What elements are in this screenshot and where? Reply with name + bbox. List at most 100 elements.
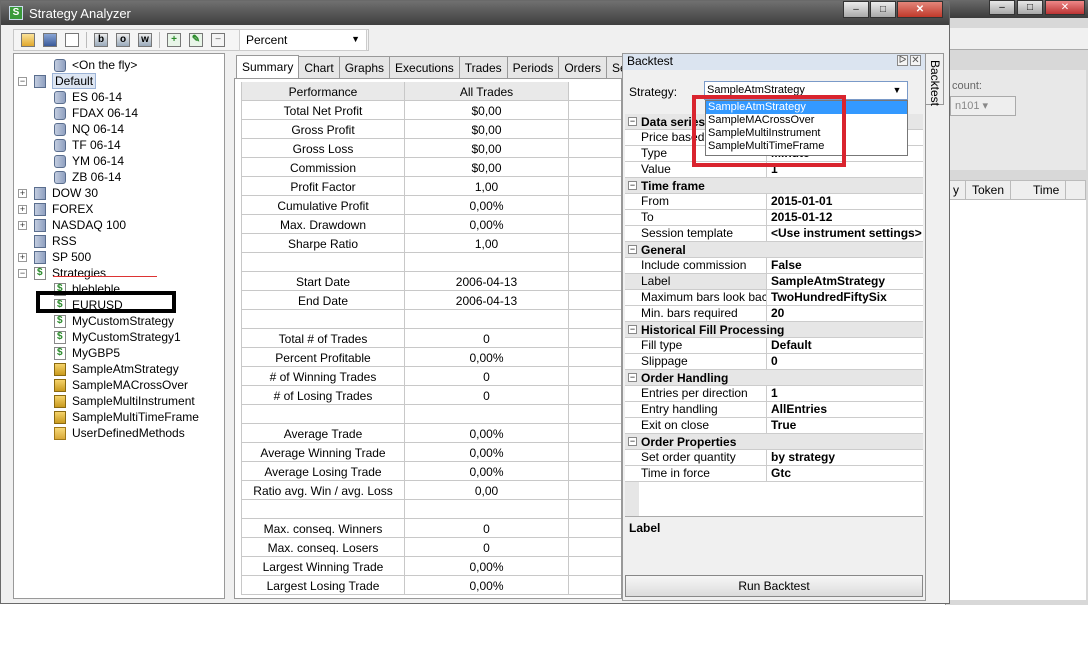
dropdown-option[interactable]: SampleMACrossOver [706,114,907,127]
dropdown-option[interactable]: SampleAtmStrategy [706,101,907,114]
bg-minimize-button[interactable]: – [989,0,1015,15]
tab-executions[interactable]: Executions [389,56,460,78]
tab-orders[interactable]: Orders [558,56,608,78]
grid-row[interactable]: Exit on close True [625,418,923,434]
minimize-button[interactable]: – [843,1,869,18]
bg-close-button[interactable]: ✕ [1045,0,1085,15]
tree-item[interactable]: <On the fly> [54,57,137,73]
remove-icon[interactable]: − [208,31,228,49]
grid-section[interactable]: − Order Properties [625,434,923,450]
tree-item[interactable]: SampleMultiTimeFrame [54,409,199,425]
property-value[interactable]: <Use instrument settings> [767,226,923,241]
backtest-side-tab[interactable]: Backtest [926,53,944,106]
expander-icon[interactable]: + [18,253,27,262]
grid-row[interactable]: Fill type Default [625,338,923,354]
maximize-button[interactable]: □ [870,1,896,18]
grid-row[interactable]: Entries per direction 1 [625,386,923,402]
grid-row[interactable]: Label SampleAtmStrategy [625,274,923,290]
grid-section[interactable]: − General [625,242,923,258]
mode-select[interactable]: Percent ▼ [239,29,367,51]
grid-section[interactable]: − Order Handling [625,370,923,386]
property-value[interactable]: 2015-01-12 [767,210,923,225]
expander-icon[interactable]: + [18,205,27,214]
tree-item[interactable]: MyGBP5 [54,345,120,361]
save-icon[interactable] [40,31,60,49]
grid-row[interactable]: Include commission False [625,258,923,274]
run-backtest-button[interactable]: Run Backtest [625,575,923,597]
grid-row[interactable]: Time in force Gtc [625,466,923,482]
properties-icon[interactable] [62,31,82,49]
property-value[interactable]: Default [767,338,923,353]
grid-row[interactable]: To 2015-01-12 [625,210,923,226]
property-value[interactable]: Gtc [767,466,923,481]
grid-row[interactable]: Set order quantity by strategy [625,450,923,466]
tree-item[interactable]: ES 06-14 [54,89,122,105]
b-button[interactable]: b [91,31,111,49]
o-button[interactable]: o [113,31,133,49]
tree-item[interactable]: TF 06-14 [54,137,121,153]
tab-chart[interactable]: Chart [298,56,340,78]
property-value[interactable]: 1 [767,386,923,401]
bg-maximize-button[interactable]: □ [1017,0,1043,15]
expander-icon[interactable]: + [18,189,27,198]
property-value[interactable]: True [767,418,923,433]
tree-item[interactable]: MyCustomStrategy1 [54,329,181,345]
collapse-icon[interactable]: − [628,325,637,334]
property-value[interactable]: 0 [767,354,923,369]
grid-section[interactable]: − Time frame [625,178,923,194]
collapse-icon[interactable]: − [628,245,637,254]
grid-section[interactable]: − Historical Fill Processing [625,322,923,338]
tree-item[interactable]: ZB 06-14 [54,169,121,185]
grid-row[interactable]: Min. bars required 20 [625,306,923,322]
strategy-select[interactable]: SampleAtmStrategy ▼ [704,81,908,100]
grid-row[interactable]: From 2015-01-01 [625,194,923,210]
tree-item[interactable]: Default [34,73,97,89]
tree-item[interactable]: RSS [34,233,77,249]
tree-item[interactable]: FDAX 06-14 [54,105,138,121]
bg-account-select[interactable]: n101 ▾ [950,96,1016,116]
grid-row[interactable]: Session template <Use instrument settings… [625,226,923,242]
collapse-icon[interactable]: − [628,373,637,382]
tree-item[interactable]: SP 500 [34,249,91,265]
collapse-icon[interactable]: − [628,181,637,190]
dropdown-option[interactable]: SampleMultiTimeFrame [706,140,907,153]
property-value[interactable]: by strategy [767,450,923,465]
collapse-icon[interactable]: − [628,117,637,126]
expander-icon[interactable]: + [18,221,27,230]
add-icon[interactable]: + [164,31,184,49]
tab-periods[interactable]: Periods [506,56,560,78]
tree-item[interactable]: NASDAQ 100 [34,217,126,233]
instrument-tree[interactable]: <On the fly> − Default ES 06-14 FDAX 06-14 NQ… [13,53,225,599]
property-value[interactable]: False [767,258,923,273]
tree-item[interactable]: MyCustomStrategy [54,313,174,329]
open-folder-icon[interactable] [18,31,38,49]
edit-icon[interactable]: ✎ [186,31,206,49]
tree-item[interactable]: SampleMultiInstrument [54,393,195,409]
tree-item[interactable]: NQ 06-14 [54,121,124,137]
expander-icon[interactable]: − [18,77,27,86]
close-panel-icon[interactable]: ✕ [910,55,921,66]
grid-row[interactable]: Maximum bars look back TwoHundredFiftySix [625,290,923,306]
property-value[interactable]: 20 [767,306,923,321]
property-value[interactable]: AllEntries [767,402,923,417]
property-value[interactable]: 1 [767,162,923,177]
panel-splitter[interactable] [225,53,233,601]
tab-summary[interactable]: Summary [236,55,300,78]
grid-row[interactable]: Slippage 0 [625,354,923,370]
w-button[interactable]: w [135,31,155,49]
dropdown-option[interactable]: SampleMultiInstrument [706,127,907,140]
tree-item[interactable]: SampleMACrossOver [54,377,188,393]
grid-row[interactable]: Entry handling AllEntries [625,402,923,418]
collapse-icon[interactable]: − [628,437,637,446]
pin-icon[interactable]: ᐅ [897,55,908,66]
property-value[interactable]: 2015-01-01 [767,194,923,209]
close-button[interactable]: ✕ [897,1,943,18]
tab-graphs[interactable]: Graphs [338,56,391,78]
property-value[interactable]: TwoHundredFiftySix [767,290,923,305]
expander-icon[interactable]: − [18,269,27,278]
tree-item[interactable]: SampleAtmStrategy [54,361,179,377]
tab-trades[interactable]: Trades [458,56,508,78]
tree-item[interactable]: YM 06-14 [54,153,124,169]
tree-item[interactable]: Strategies [34,265,106,281]
tree-item[interactable]: UserDefinedMethods [54,425,185,441]
